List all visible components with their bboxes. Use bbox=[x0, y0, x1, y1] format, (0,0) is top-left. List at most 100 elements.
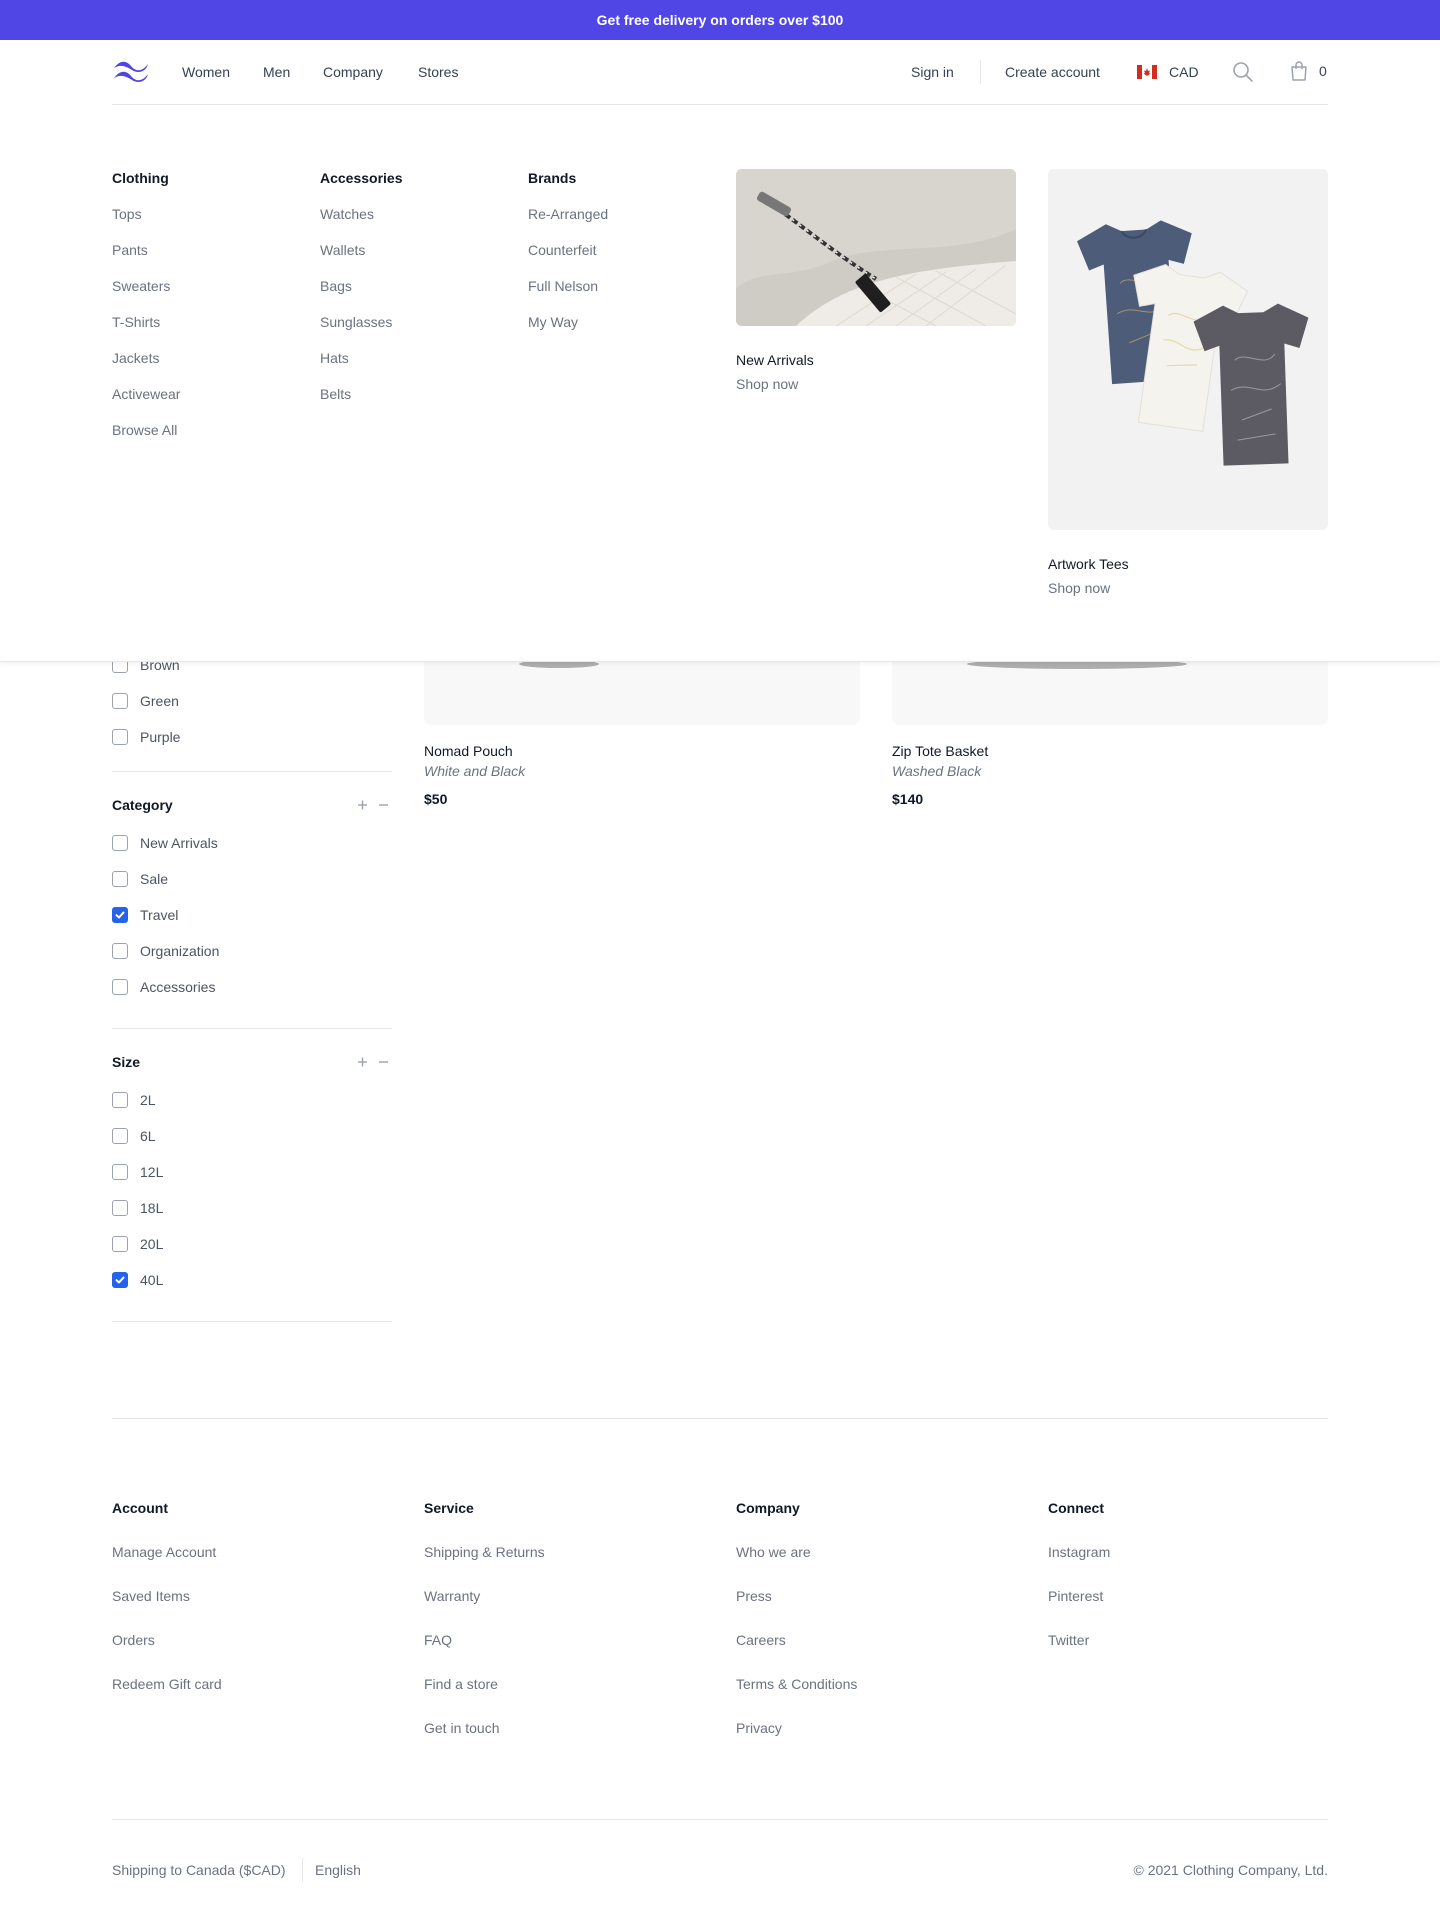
nav-stores[interactable]: Stores bbox=[418, 64, 458, 80]
footer-column-title-service: Service bbox=[424, 1500, 474, 1516]
footer-link-redeem-gift-card[interactable]: Redeem Gift card bbox=[112, 1676, 222, 1692]
footer-link-saved-items[interactable]: Saved Items bbox=[112, 1588, 190, 1604]
featured-new-arrivals-title[interactable]: New Arrivals bbox=[736, 352, 814, 368]
cart-button[interactable]: 0 bbox=[1289, 60, 1327, 82]
filter-divider bbox=[112, 1028, 392, 1029]
search-icon[interactable] bbox=[1232, 61, 1254, 83]
filter-option-2l[interactable]: 2L bbox=[112, 1092, 156, 1108]
checkbox[interactable] bbox=[112, 1200, 128, 1216]
filter-option-12l[interactable]: 12L bbox=[112, 1164, 163, 1180]
footer-link-get-in-touch[interactable]: Get in touch bbox=[424, 1720, 500, 1736]
new-arrivals-image[interactable] bbox=[736, 169, 1016, 326]
filter-option-purple[interactable]: Purple bbox=[112, 729, 180, 745]
menu-link-sunglasses[interactable]: Sunglasses bbox=[320, 314, 392, 330]
filter-option-accessories[interactable]: Accessories bbox=[112, 979, 215, 995]
artwork-tees-image[interactable] bbox=[1048, 169, 1328, 530]
menu-link-pants[interactable]: Pants bbox=[112, 242, 148, 258]
create-account-link[interactable]: Create account bbox=[1005, 64, 1100, 80]
menu-link-browse-all[interactable]: Browse All bbox=[112, 422, 177, 438]
checkbox[interactable] bbox=[112, 693, 128, 709]
checkbox-checked[interactable] bbox=[112, 1272, 128, 1288]
filter-option-label: 18L bbox=[140, 1200, 164, 1216]
menu-link-counterfeit[interactable]: Counterfeit bbox=[528, 242, 596, 258]
footer-link-press[interactable]: Press bbox=[736, 1588, 772, 1604]
filter-section-toggle[interactable] bbox=[356, 1055, 390, 1074]
footer-link-twitter[interactable]: Twitter bbox=[1048, 1632, 1089, 1648]
checkbox-checked[interactable] bbox=[112, 907, 128, 923]
language-link[interactable]: English bbox=[315, 1862, 361, 1878]
footer-link-warranty[interactable]: Warranty bbox=[424, 1588, 480, 1604]
currency-label: CAD bbox=[1169, 64, 1199, 80]
product-image-zip-tote-basket[interactable] bbox=[892, 662, 1328, 725]
filter-option-label: 6L bbox=[140, 1128, 156, 1144]
filter-section-title-category[interactable]: Category bbox=[112, 797, 173, 813]
nav-company[interactable]: Company bbox=[323, 64, 383, 80]
mega-menu: Clothing Tops Pants Sweaters T-Shirts Jackets… bbox=[0, 105, 1440, 662]
product-name[interactable]: Nomad Pouch bbox=[424, 743, 513, 759]
footer-link-pinterest[interactable]: Pinterest bbox=[1048, 1588, 1103, 1604]
menu-link-activewear[interactable]: Activewear bbox=[112, 386, 180, 402]
checkbox[interactable] bbox=[112, 1164, 128, 1180]
checkbox[interactable] bbox=[112, 979, 128, 995]
filter-option-new-arrivals[interactable]: New Arrivals bbox=[112, 835, 218, 851]
menu-link-belts[interactable]: Belts bbox=[320, 386, 351, 402]
menu-column-title-brands: Brands bbox=[528, 170, 577, 186]
menu-link-wallets[interactable]: Wallets bbox=[320, 242, 365, 258]
menu-link-my-way[interactable]: My Way bbox=[528, 314, 578, 330]
footer-link-careers[interactable]: Careers bbox=[736, 1632, 786, 1648]
featured-artwork-tees-title[interactable]: Artwork Tees bbox=[1048, 556, 1129, 572]
featured-artwork-tees-cta[interactable]: Shop now bbox=[1048, 580, 1110, 596]
filter-option-20l[interactable]: 20L bbox=[112, 1236, 163, 1252]
sign-in-link[interactable]: Sign in bbox=[911, 64, 954, 80]
footer-link-instagram[interactable]: Instagram bbox=[1048, 1544, 1110, 1560]
menu-link-bags[interactable]: Bags bbox=[320, 278, 352, 294]
footer-link-orders[interactable]: Orders bbox=[112, 1632, 155, 1648]
filter-option-green[interactable]: Green bbox=[112, 693, 179, 709]
checkbox[interactable] bbox=[112, 835, 128, 851]
product-price: $140 bbox=[892, 791, 924, 807]
featured-new-arrivals-cta[interactable]: Shop now bbox=[736, 376, 798, 392]
checkbox[interactable] bbox=[112, 943, 128, 959]
menu-link-watches[interactable]: Watches bbox=[320, 206, 374, 222]
menu-link-full-nelson[interactable]: Full Nelson bbox=[528, 278, 598, 294]
menu-link-tops[interactable]: Tops bbox=[112, 206, 142, 222]
footer-link-privacy[interactable]: Privacy bbox=[736, 1720, 782, 1736]
checkbox[interactable] bbox=[112, 871, 128, 887]
footer-link-faq[interactable]: FAQ bbox=[424, 1632, 452, 1648]
menu-link-hats[interactable]: Hats bbox=[320, 350, 349, 366]
product-name[interactable]: Zip Tote Basket bbox=[892, 743, 988, 759]
checkbox[interactable] bbox=[112, 1128, 128, 1144]
footer-link-terms-conditions[interactable]: Terms & Conditions bbox=[736, 1676, 857, 1692]
menu-link-t-shirts[interactable]: T-Shirts bbox=[112, 314, 160, 330]
filter-option-organization[interactable]: Organization bbox=[112, 943, 219, 959]
menu-link-sweaters[interactable]: Sweaters bbox=[112, 278, 170, 294]
checkbox[interactable] bbox=[112, 729, 128, 745]
filter-option-label: New Arrivals bbox=[140, 835, 218, 851]
filter-option-18l[interactable]: 18L bbox=[112, 1200, 163, 1216]
menu-link-re-arranged[interactable]: Re-Arranged bbox=[528, 206, 608, 222]
shipping-region-link[interactable]: Shipping to Canada ($CAD) bbox=[112, 1862, 286, 1878]
filter-section-toggle[interactable] bbox=[356, 798, 390, 817]
footer-column-title-account: Account bbox=[112, 1500, 168, 1516]
footer-link-find-a-store[interactable]: Find a store bbox=[424, 1676, 498, 1692]
menu-column-title-accessories: Accessories bbox=[320, 170, 403, 186]
menu-link-jackets[interactable]: Jackets bbox=[112, 350, 159, 366]
footer-link-shipping-returns[interactable]: Shipping & Returns bbox=[424, 1544, 545, 1560]
canada-flag-icon bbox=[1137, 65, 1157, 79]
nav-men[interactable]: Men bbox=[263, 64, 290, 80]
filter-option-6l[interactable]: 6L bbox=[112, 1128, 156, 1144]
currency-selector[interactable]: CAD bbox=[1137, 64, 1199, 80]
nav-women[interactable]: Women bbox=[182, 64, 230, 80]
product-image-nomad-pouch[interactable] bbox=[424, 662, 860, 725]
filter-option-label: 40L bbox=[140, 1272, 164, 1288]
footer-link-who-we-are[interactable]: Who we are bbox=[736, 1544, 811, 1560]
filter-section-title-size[interactable]: Size bbox=[112, 1054, 140, 1070]
checkbox[interactable] bbox=[112, 1236, 128, 1252]
wave-logo-icon bbox=[114, 61, 148, 82]
checkbox[interactable] bbox=[112, 1092, 128, 1108]
filter-option-sale[interactable]: Sale bbox=[112, 871, 168, 887]
filter-option-travel[interactable]: Travel bbox=[112, 907, 178, 923]
logo[interactable] bbox=[112, 58, 150, 89]
filter-option-40l[interactable]: 40L bbox=[112, 1272, 163, 1288]
footer-link-manage-account[interactable]: Manage Account bbox=[112, 1544, 216, 1560]
